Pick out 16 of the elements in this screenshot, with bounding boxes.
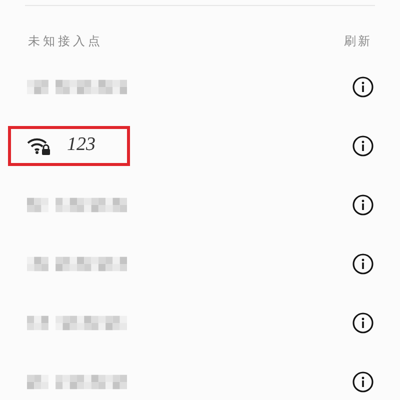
info-button[interactable] [352,312,374,334]
info-button[interactable] [352,134,374,156]
info-icon [352,76,374,98]
info-icon [352,134,374,156]
info-icon [352,370,374,392]
wifi-lock-icon [27,136,51,154]
info-icon [352,312,374,334]
info-button[interactable] [352,370,374,392]
section-title: 未知接入点 [28,33,103,50]
network-row[interactable]: 123 [0,116,400,175]
info-button[interactable] [352,194,374,216]
info-icon [352,194,374,216]
info-button[interactable] [352,252,374,274]
info-button[interactable] [352,76,374,98]
network-name: 123 [67,133,96,158]
info-icon [352,252,374,274]
